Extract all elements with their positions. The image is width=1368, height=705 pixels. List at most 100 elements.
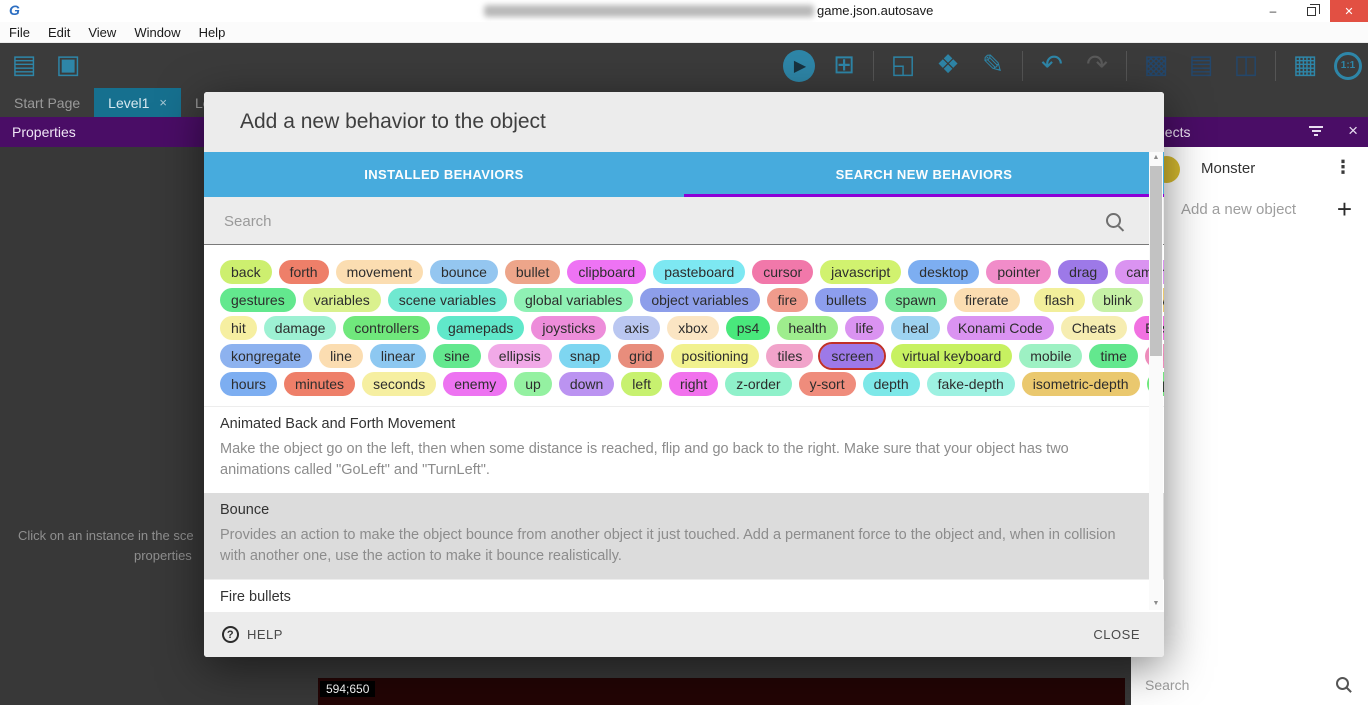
tag-chip-blink[interactable]: blink [1092, 288, 1143, 312]
tag-chip-flash[interactable]: flash [1034, 288, 1086, 312]
tag-chip-up[interactable]: up [514, 372, 552, 396]
tag-chip-scene-variables[interactable]: scene variables [388, 288, 507, 312]
behavior-search-input[interactable] [204, 197, 1164, 245]
tag-chip-hours[interactable]: hours [220, 372, 277, 396]
tag-chip-pointer[interactable]: pointer [986, 260, 1051, 284]
redo-icon[interactable]: ↷ [1081, 48, 1113, 84]
scroll-up-icon[interactable]: ▲ [1149, 152, 1163, 164]
tag-chip-depth[interactable]: depth [863, 372, 920, 396]
objects-search-input[interactable] [1131, 665, 1368, 705]
tag-chip-snap[interactable]: snap [559, 344, 611, 368]
filter-icon[interactable] [1308, 126, 1324, 138]
add-object-icon[interactable]: ◱ [887, 48, 919, 84]
tag-chip-damage[interactable]: damage [264, 316, 337, 340]
layers-icon[interactable]: ◫ [1230, 48, 1262, 84]
tag-chip-hit[interactable]: hit [220, 316, 257, 340]
tag-chip-heal[interactable]: heal [891, 316, 939, 340]
tag-chip-cursor[interactable]: cursor [752, 260, 813, 284]
mask-icon[interactable]: ▩ [1140, 48, 1172, 84]
tag-chip-spawn[interactable]: spawn [885, 288, 947, 312]
close-window-button[interactable]: ✕ [1330, 0, 1368, 22]
zoom-ratio-icon[interactable]: 1:1 [1334, 52, 1362, 80]
tag-chip-time[interactable]: time [1089, 344, 1137, 368]
tag-chip-seconds[interactable]: seconds [362, 372, 436, 396]
dialog-scrollbar[interactable]: ▲ ▼ [1149, 152, 1163, 610]
project-window-icon[interactable]: ▣ [52, 48, 84, 84]
editor-tab-level1[interactable]: Level1× [94, 88, 181, 117]
tag-chip-tiles[interactable]: tiles [766, 344, 813, 368]
tag-chip-bullets[interactable]: bullets [815, 288, 877, 312]
tag-chip-desktop[interactable]: desktop [908, 260, 979, 284]
tag-chip-health[interactable]: health [777, 316, 837, 340]
tag-chip-bounce[interactable]: bounce [430, 260, 498, 284]
tag-chip-controllers[interactable]: controllers [343, 316, 430, 340]
tag-chip-grid[interactable]: grid [618, 344, 663, 368]
tag-chip-isometric-depth[interactable]: isometric-depth [1022, 372, 1140, 396]
tag-chip-right[interactable]: right [669, 372, 718, 396]
add-object-row[interactable]: Add a new object + [1131, 193, 1368, 229]
tag-chip-z-order[interactable]: z-order [725, 372, 791, 396]
objects-groups-icon[interactable]: ❖ [932, 48, 964, 84]
help-button[interactable]: ? HELP [222, 626, 283, 643]
scene-canvas[interactable]: 594;650 [318, 678, 1125, 705]
restore-button[interactable] [1292, 0, 1330, 22]
kebab-menu-icon[interactable]: ⋮ [1334, 157, 1352, 178]
tag-chip-kongregate[interactable]: kongregate [220, 344, 312, 368]
tag-chip-linear[interactable]: linear [370, 344, 426, 368]
tag-chip-sine[interactable]: sine [433, 344, 481, 368]
plus-icon[interactable]: + [1337, 194, 1352, 225]
close-dialog-button[interactable]: CLOSE [1093, 627, 1140, 642]
editor-tab-start-page[interactable]: Start Page [0, 88, 94, 117]
grid-icon[interactable]: ▦ [1289, 48, 1321, 84]
tag-chip-fake-depth[interactable]: fake-depth [927, 372, 1015, 396]
tag-chip-down[interactable]: down [559, 372, 614, 396]
behavior-item-animated-back-and-forth-movement[interactable]: Animated Back and Forth MovementMake the… [204, 406, 1164, 493]
tag-chip-line[interactable]: line [319, 344, 363, 368]
tag-chip-back[interactable]: back [220, 260, 272, 284]
tab-close-icon[interactable]: × [159, 95, 167, 110]
tag-chip-bullet[interactable]: bullet [505, 260, 560, 284]
tag-chip-fire[interactable]: fire [767, 288, 808, 312]
preview-play-icon[interactable]: ▶ [783, 50, 815, 82]
tag-chip-konami-code[interactable]: Konami Code [947, 316, 1054, 340]
scrollbar-thumb[interactable] [1150, 166, 1162, 356]
behavior-item-fire-bullets[interactable]: Fire bulletsAllow the object to fire bul… [204, 579, 1164, 608]
tag-chip-ps4[interactable]: ps4 [726, 316, 771, 340]
tag-chip-left[interactable]: left [621, 372, 662, 396]
undo-icon[interactable]: ↶ [1036, 48, 1068, 84]
start-page-icon[interactable]: ▤ [8, 48, 40, 84]
edit-scene-icon[interactable]: ✎ [977, 48, 1009, 84]
tag-chip-variables[interactable]: variables [303, 288, 381, 312]
menu-file[interactable]: File [0, 22, 39, 43]
menu-help[interactable]: Help [190, 22, 235, 43]
tag-chip-gestures[interactable]: gestures [220, 288, 296, 312]
search-icon[interactable] [1106, 213, 1124, 231]
tag-chip-global-variables[interactable]: global variables [514, 288, 633, 312]
tag-chip-gamepads[interactable]: gamepads [437, 316, 524, 340]
tag-chip-forth[interactable]: forth [279, 260, 329, 284]
tag-chip-clipboard[interactable]: clipboard [567, 260, 646, 284]
tag-chip-positioning[interactable]: positioning [671, 344, 760, 368]
object-row-monster[interactable]: Monster ⋮ [1131, 152, 1368, 188]
minimize-button[interactable]: – [1254, 0, 1292, 22]
tab-installed-behaviors[interactable]: INSTALLED BEHAVIORS [204, 152, 684, 197]
menu-edit[interactable]: Edit [39, 22, 79, 43]
tab-search-new-behaviors[interactable]: SEARCH NEW BEHAVIORS [684, 152, 1164, 197]
tag-chip-y-sort[interactable]: y-sort [799, 372, 856, 396]
tag-chip-xbox[interactable]: xbox [667, 316, 719, 340]
menu-view[interactable]: View [79, 22, 125, 43]
tag-chip-drag[interactable]: drag [1058, 260, 1108, 284]
scroll-down-icon[interactable]: ▼ [1149, 598, 1163, 610]
tag-chip-firerate[interactable]: firerate [954, 288, 1020, 312]
menu-window[interactable]: Window [125, 22, 189, 43]
debugger-icon[interactable]: ⊞ [828, 48, 860, 84]
tag-chip-cheats[interactable]: Cheats [1061, 316, 1127, 340]
instances-list-icon[interactable]: ▤ [1185, 48, 1217, 84]
close-panel-icon[interactable]: × [1348, 121, 1358, 141]
tag-chip-virtual-keyboard[interactable]: virtual keyboard [891, 344, 1012, 368]
tag-chip-ellipsis[interactable]: ellipsis [488, 344, 552, 368]
tag-chip-minutes[interactable]: minutes [284, 372, 355, 396]
tag-chip-axis[interactable]: axis [613, 316, 660, 340]
tag-chip-object-variables[interactable]: object variables [640, 288, 759, 312]
tag-chip-pasteboard[interactable]: pasteboard [653, 260, 745, 284]
